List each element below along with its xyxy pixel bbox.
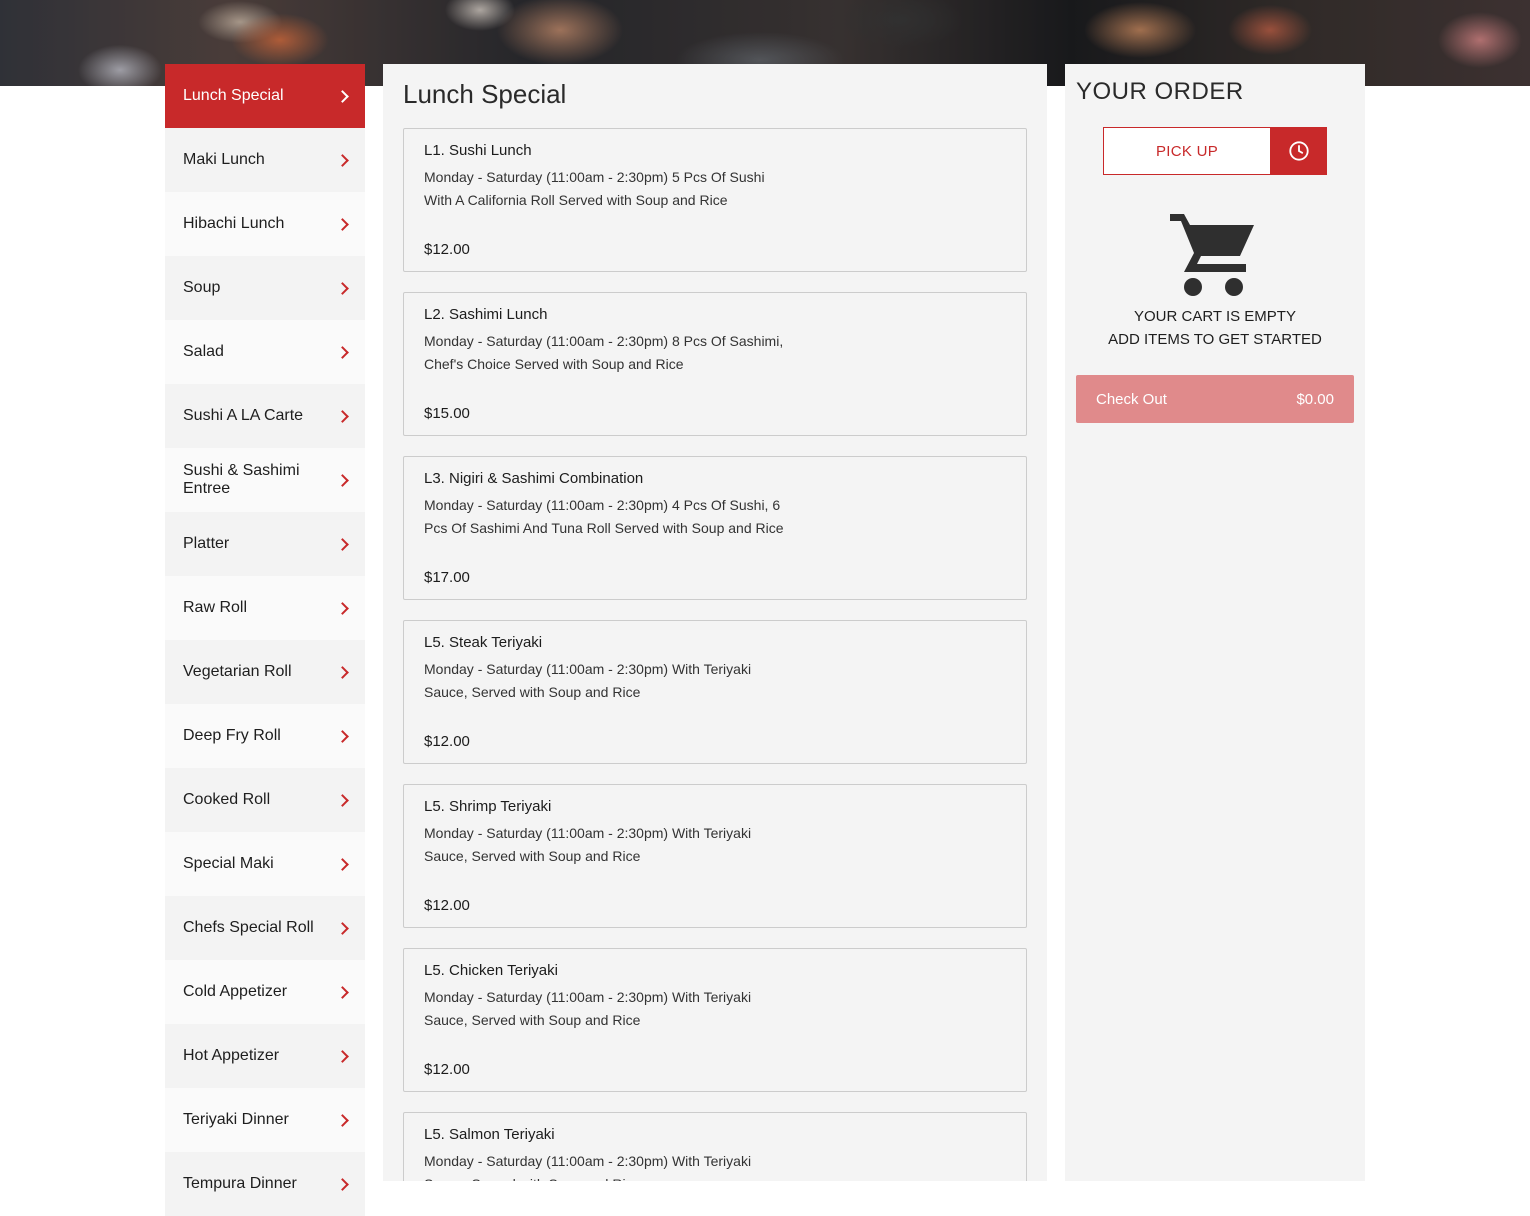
sidebar-item-label: Hot Appetizer <box>183 1047 280 1064</box>
empty-cart-message: YOUR CART IS EMPTY ADD ITEMS TO GET STAR… <box>1065 305 1365 351</box>
sidebar-item-lunch-special[interactable]: Lunch Special <box>165 64 365 128</box>
sidebar-item-label: Sushi & Sashimi Entree <box>183 462 300 497</box>
sidebar-item-label: Tempura Dinner <box>183 1175 297 1192</box>
sidebar-item-salad[interactable]: Salad <box>165 320 365 384</box>
checkout-label: Check Out <box>1096 390 1167 408</box>
order-title: YOUR ORDER <box>1076 78 1244 105</box>
sidebar-item-label: Raw Roll <box>183 599 248 616</box>
menu-item-description: Monday - Saturday (11:00am - 2:30pm) Wit… <box>424 989 752 1028</box>
sidebar-item-hibachi-lunch[interactable]: Hibachi Lunch <box>165 192 365 256</box>
menu-item-price: $12.00 <box>424 733 470 750</box>
sidebar-item-label: Special Maki <box>183 855 274 872</box>
sidebar-item-label: Maki Lunch <box>183 151 265 168</box>
menu-item-card[interactable]: L1. Sushi Lunch Monday - Saturday (11:00a… <box>403 128 1027 272</box>
chevron-right-icon <box>336 665 349 679</box>
menu-item-card[interactable]: L5. Shrimp Teriyaki Monday - Saturday (11… <box>403 784 1027 928</box>
sidebar-item-label: Soup <box>183 279 221 296</box>
chevron-right-icon <box>336 857 349 871</box>
menu-item-name: L5. Shrimp Teriyaki <box>424 798 552 815</box>
sidebar-item-label: Vegetarian Roll <box>183 663 292 680</box>
chevron-right-icon <box>336 217 349 231</box>
sidebar-item-platter[interactable]: Platter <box>165 512 365 576</box>
menu-item-name: L5. Salmon Teriyaki <box>424 1126 555 1143</box>
menu-item-price: $12.00 <box>424 897 470 914</box>
checkout-total: $0.00 <box>1296 390 1334 408</box>
sidebar-item-label: Lunch Special <box>183 87 284 104</box>
menu-item-name: L5. Chicken Teriyaki <box>424 962 558 979</box>
order-type-selector: PICK UP <box>1103 127 1327 175</box>
sidebar-item-tempura-dinner[interactable]: Tempura Dinner <box>165 1152 365 1216</box>
sidebar-item-raw-roll[interactable]: Raw Roll <box>165 576 365 640</box>
sidebar-item-cold-appetizer[interactable]: Cold Appetizer <box>165 960 365 1024</box>
section-title: Lunch Special <box>403 79 567 109</box>
sidebar-item-soup[interactable]: Soup <box>165 256 365 320</box>
chevron-right-icon <box>336 1049 349 1063</box>
sidebar-item-label: Salad <box>183 343 224 360</box>
sidebar-item-label: Hibachi Lunch <box>183 215 285 232</box>
menu-item-card[interactable]: L5. Chicken Teriyaki Monday - Saturday (1… <box>403 948 1027 1092</box>
chevron-right-icon <box>336 537 349 551</box>
chevron-right-icon <box>336 409 349 423</box>
sidebar-item-cooked-roll[interactable]: Cooked Roll <box>165 768 365 832</box>
chevron-right-icon <box>336 793 349 807</box>
sidebar-item-deep-fry-roll[interactable]: Deep Fry Roll <box>165 704 365 768</box>
chevron-right-icon <box>336 153 349 167</box>
category-sidebar: Lunch Special Maki Lunch Hibachi Lunch Soup… <box>165 64 365 1216</box>
chevron-right-icon <box>336 473 349 487</box>
sidebar-item-maki-lunch[interactable]: Maki Lunch <box>165 128 365 192</box>
sidebar-item-sushi-a-la-carte[interactable]: Sushi A LA Carte <box>165 384 365 448</box>
sidebar-item-hot-appetizer[interactable]: Hot Appetizer <box>165 1024 365 1088</box>
chevron-right-icon <box>336 729 349 743</box>
order-panel: YOUR ORDER PICK UP YOUR CART IS EMPTY AD… <box>1065 64 1365 1181</box>
menu-item-card[interactable]: L5. Steak Teriyaki Monday - Saturday (11:… <box>403 620 1027 764</box>
menu-item-card[interactable]: L5. Salmon Teriyaki Monday - Saturday (11… <box>403 1112 1027 1181</box>
chevron-right-icon <box>336 1177 349 1191</box>
menu-item-description: Monday - Saturday (11:00am - 2:30pm) Wit… <box>424 825 752 864</box>
sidebar-item-special-maki[interactable]: Special Maki <box>165 832 365 896</box>
menu-item-price: $12.00 <box>424 241 470 258</box>
menu-item-name: L3. Nigiri & Sashimi Combination <box>424 470 644 487</box>
chevron-right-icon <box>336 281 349 295</box>
sidebar-item-label: Platter <box>183 535 230 552</box>
menu-item-description: Monday - Saturday (11:00am - 2:30pm) 4 P… <box>424 497 784 536</box>
menu-item-description: Monday - Saturday (11:00am - 2:30pm) Wit… <box>424 661 752 700</box>
menu-item-name: L5. Steak Teriyaki <box>424 634 543 651</box>
menu-item-name: L1. Sushi Lunch <box>424 142 532 159</box>
sidebar-item-label: Cooked Roll <box>183 791 271 808</box>
sidebar-item-chefs-special-roll[interactable]: Chefs Special Roll <box>165 896 365 960</box>
menu-item-price: $12.00 <box>424 1061 470 1078</box>
sidebar-item-label: Cold Appetizer <box>183 983 288 1000</box>
empty-cart-title: YOUR CART IS EMPTY <box>1134 308 1296 325</box>
sidebar-item-vegetarian-roll[interactable]: Vegetarian Roll <box>165 640 365 704</box>
shopping-cart-icon <box>1170 214 1254 296</box>
menu-item-card[interactable]: L3. Nigiri & Sashimi Combination Monday -… <box>403 456 1027 600</box>
menu-item-description: Monday - Saturday (11:00am - 2:30pm) 5 P… <box>424 169 765 208</box>
menu-item-description: Monday - Saturday (11:00am - 2:30pm) Wit… <box>424 1153 752 1181</box>
sidebar-item-sushi-sashimi-entree[interactable]: Sushi & Sashimi Entree <box>165 448 365 512</box>
menu-item-description: Monday - Saturday (11:00am - 2:30pm) 8 P… <box>424 333 784 372</box>
chevron-right-icon <box>336 1113 349 1127</box>
menu-item-list: L1. Sushi Lunch Monday - Saturday (11:00a… <box>403 128 1027 1181</box>
chevron-right-icon <box>336 985 349 999</box>
sidebar-item-label: Chefs Special Roll <box>183 919 314 936</box>
chevron-right-icon <box>336 601 349 615</box>
chevron-right-icon <box>336 921 349 935</box>
menu-item-name: L2. Sashimi Lunch <box>424 306 548 323</box>
menu-item-price: $17.00 <box>424 569 470 586</box>
sidebar-item-teriyaki-dinner[interactable]: Teriyaki Dinner <box>165 1088 365 1152</box>
chevron-right-icon <box>336 345 349 359</box>
sidebar-item-label: Deep Fry Roll <box>183 727 281 744</box>
clock-icon <box>1289 141 1309 161</box>
pickup-button[interactable]: PICK UP <box>1103 127 1271 175</box>
empty-cart-hint: ADD ITEMS TO GET STARTED <box>1108 331 1322 348</box>
sidebar-item-label: Teriyaki Dinner <box>183 1111 289 1128</box>
schedule-time-button[interactable] <box>1271 127 1327 175</box>
chevron-right-icon <box>336 89 349 103</box>
sidebar-item-label: Sushi A LA Carte <box>183 407 304 424</box>
menu-item-price: $15.00 <box>424 405 470 422</box>
checkout-button[interactable]: Check Out $0.00 <box>1076 375 1354 423</box>
menu-item-card[interactable]: L2. Sashimi Lunch Monday - Saturday (11:0… <box>403 292 1027 436</box>
menu-section: Lunch Special L1. Sushi Lunch Monday - Sa… <box>383 64 1047 1181</box>
